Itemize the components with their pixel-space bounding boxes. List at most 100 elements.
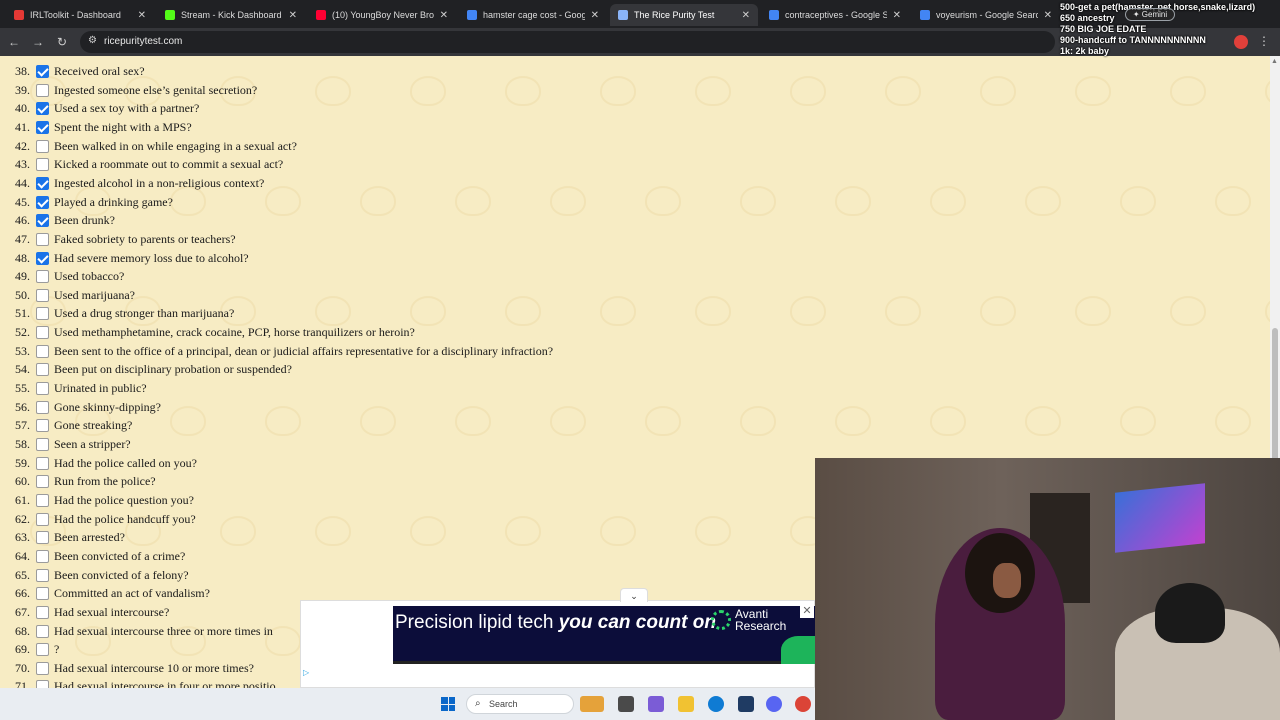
taskbar-search[interactable]: ⌕ Search [466, 694, 574, 714]
question-number: 40. [15, 101, 30, 116]
ad-collapse-chevron-icon[interactable]: ⌄ [620, 588, 648, 602]
taskbar-app-icon[interactable] [648, 696, 664, 712]
question-checkbox[interactable] [36, 363, 49, 377]
question-checkbox[interactable] [36, 643, 49, 657]
question-checkbox[interactable] [36, 680, 49, 688]
tab-favicon-icon [14, 10, 24, 20]
taskbar-widget-icon[interactable] [580, 696, 604, 712]
browser-tab[interactable]: IRLToolkit - Dashboard ✕ [6, 4, 154, 26]
address-bar[interactable]: ⚙ ricepuritytest.com [80, 31, 1055, 53]
question-number: 69. [15, 642, 30, 657]
question-text: Used marijuana? [54, 287, 135, 302]
tab-close-icon[interactable]: ✕ [742, 10, 750, 21]
question-number: 61. [15, 492, 30, 507]
question-text: Had the police called on you? [54, 455, 197, 470]
question-text: ? [54, 642, 60, 657]
tab-label: voyeurism - Google Search [936, 10, 1038, 20]
question-checkbox[interactable] [36, 605, 49, 619]
question-text: Kicked a roommate out to commit a sexual… [54, 157, 284, 172]
taskbar-folder-icon[interactable] [678, 696, 694, 712]
taskbar-discord-icon[interactable] [766, 696, 782, 712]
taskbar-explorer-icon[interactable] [618, 696, 634, 712]
question-number: 62. [15, 511, 30, 526]
tab-close-icon[interactable]: ✕ [1044, 10, 1052, 21]
tab-close-icon[interactable]: ✕ [440, 10, 448, 21]
question-checkbox[interactable] [36, 587, 49, 601]
gemini-button[interactable]: ✦ Gemini [1125, 8, 1175, 21]
browser-tab[interactable]: hamster cage cost - Google S ✕ [459, 4, 607, 26]
ad-banner[interactable]: Precision lipid tech you can count on Av… [393, 606, 815, 664]
browser-tab[interactable]: The Rice Purity Test ✕ [610, 4, 758, 26]
taskbar-store-icon[interactable] [738, 696, 754, 712]
question-text: Been walked in on while engaging in a se… [54, 138, 297, 153]
background-owl-pattern [1215, 406, 1251, 436]
taskbar-chrome-icon[interactable] [795, 696, 811, 712]
question-number: 53. [15, 343, 30, 358]
tab-label: contraceptives - Google Sear [785, 10, 887, 20]
question-row: 48. Had severe memory loss due to alcohol… [0, 251, 1000, 269]
question-checkbox[interactable] [36, 475, 49, 489]
question-checkbox[interactable] [36, 102, 49, 116]
question-checkbox[interactable] [36, 307, 49, 321]
tab-favicon-icon [769, 10, 779, 20]
question-checkbox[interactable] [36, 568, 49, 582]
scroll-up-icon[interactable]: ▲ [1271, 58, 1278, 65]
tab-close-icon[interactable]: ✕ [893, 10, 901, 21]
browser-tab[interactable]: contraceptives - Google Sear ✕ [761, 4, 909, 26]
question-checkbox[interactable] [36, 493, 49, 507]
question-checkbox[interactable] [36, 288, 49, 302]
reload-icon[interactable]: ↻ [54, 34, 70, 50]
question-checkbox[interactable] [36, 419, 49, 433]
question-checkbox[interactable] [36, 400, 49, 414]
question-checkbox[interactable] [36, 83, 49, 97]
question-checkbox[interactable] [36, 251, 49, 265]
question-number: 45. [15, 194, 30, 209]
windows-taskbar: ⌕ Search [0, 688, 815, 720]
question-checkbox[interactable] [36, 214, 49, 228]
question-number: 57. [15, 418, 30, 433]
question-checkbox[interactable] [36, 512, 49, 526]
question-checkbox[interactable] [36, 139, 49, 153]
question-row: 50. Used marijuana? [0, 288, 1000, 306]
question-text: Used tobacco? [54, 269, 125, 284]
browser-tab[interactable]: voyeurism - Google Search ✕ [912, 4, 1060, 26]
question-checkbox[interactable] [36, 176, 49, 190]
tab-close-icon[interactable]: ✕ [138, 10, 146, 21]
question-checkbox[interactable] [36, 624, 49, 638]
question-text: Had sexual intercourse three or more tim… [54, 623, 273, 638]
taskbar-edge-icon[interactable] [708, 696, 724, 712]
site-info-icon[interactable]: ⚙ [88, 35, 97, 46]
question-checkbox[interactable] [36, 158, 49, 172]
question-checkbox[interactable] [36, 344, 49, 358]
forward-icon[interactable]: → [30, 34, 46, 50]
windows-start-icon[interactable] [441, 697, 455, 711]
question-checkbox[interactable] [36, 456, 49, 470]
question-checkbox[interactable] [36, 120, 49, 134]
question-number: 39. [15, 82, 30, 97]
question-checkbox[interactable] [36, 549, 49, 563]
question-checkbox[interactable] [36, 195, 49, 209]
question-checkbox[interactable] [36, 661, 49, 675]
question-row: 46. Been drunk? [0, 213, 1000, 231]
question-checkbox[interactable] [36, 531, 49, 545]
ad-info-icon[interactable]: ▷ [303, 668, 309, 677]
question-checkbox[interactable] [36, 65, 49, 78]
question-checkbox[interactable] [36, 232, 49, 246]
question-checkbox[interactable] [36, 438, 49, 451]
tab-label: IRLToolkit - Dashboard [30, 10, 121, 20]
question-text: Gone skinny-dipping? [54, 399, 161, 414]
question-number: 55. [15, 381, 30, 396]
tab-close-icon[interactable]: ✕ [591, 10, 599, 21]
webcam-person-left-face [993, 563, 1021, 598]
browser-tab[interactable]: Stream - Kick Dashboard ✕ [157, 4, 305, 26]
tab-close-icon[interactable]: ✕ [289, 10, 297, 21]
browser-tab[interactable]: (10) YoungBoy Never Broke A ✕ [308, 4, 456, 26]
question-row: 39. Ingested someone else’s genital secre… [0, 83, 1000, 101]
ad-close-icon[interactable]: ✕ [800, 604, 814, 618]
question-number: 44. [15, 175, 30, 190]
back-icon[interactable]: ← [6, 34, 22, 50]
question-checkbox[interactable] [36, 326, 49, 340]
background-owl-pattern [1215, 186, 1251, 216]
question-checkbox[interactable] [36, 270, 49, 284]
question-checkbox[interactable] [36, 382, 49, 396]
